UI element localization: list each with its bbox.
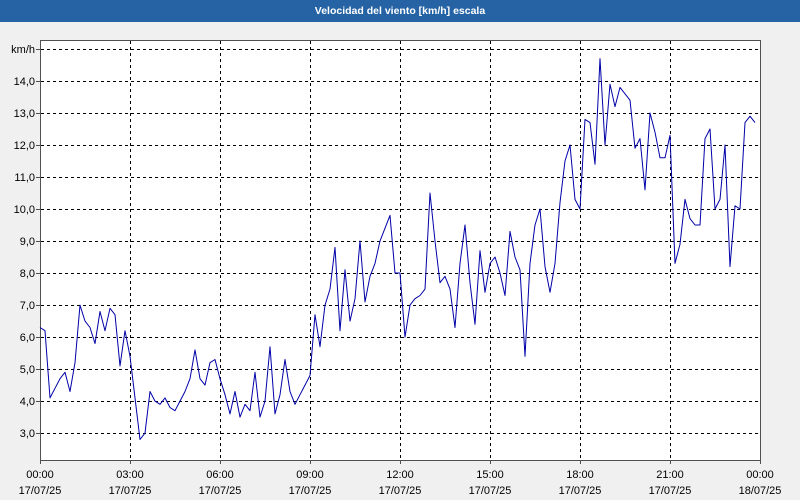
x-tick-date-label: 17/07/25 (19, 485, 62, 497)
y-tick-label: 13,0 (14, 108, 35, 120)
x-tick-date-label: 17/07/25 (469, 485, 512, 497)
x-tick-date-label: 17/07/25 (109, 485, 152, 497)
x-tick-date-label: 17/07/25 (559, 485, 602, 497)
y-tick-label: 10,0 (14, 204, 35, 216)
x-tick-date-label: 17/07/25 (649, 485, 692, 497)
chart-title-bar: Velocidad del viento [km/h] escala (0, 0, 800, 22)
y-tick-label: 9,0 (20, 236, 35, 248)
y-tick-label: 14,0 (14, 76, 35, 88)
x-tick-time-label: 06:00 (206, 469, 234, 481)
y-tick-label: 12,0 (14, 140, 35, 152)
y-tick-label: 3,0 (20, 428, 35, 440)
y-tick-label: 8,0 (20, 268, 35, 280)
x-tick-time-label: 15:00 (476, 469, 504, 481)
x-tick-date-label: 18/07/25 (739, 485, 782, 497)
x-axis-labels: 00:00 17/07/25 03:00 17/07/25 06:00 17/07/25 0… (19, 469, 782, 497)
x-tick-time-label: 00:00 (746, 469, 774, 481)
y-tick-label: 7,0 (20, 300, 35, 312)
x-tick-time-label: 12:00 (386, 469, 414, 481)
y-tick-label: 4,0 (20, 396, 35, 408)
x-tick-date-label: 17/07/25 (199, 485, 242, 497)
x-tick-time-label: 03:00 (116, 469, 144, 481)
x-tick-time-label: 21:00 (656, 469, 684, 481)
x-tick-time-label: 00:00 (26, 469, 54, 481)
y-tick-label: km/h (11, 44, 35, 56)
y-axis-labels: 3,0 4,0 5,0 6,0 7,0 8,0 9,0 10,0 11,0 12,0 13,0 14,… (11, 44, 35, 440)
x-tick-date-label: 17/07/25 (289, 485, 332, 497)
x-tick-time-label: 18:00 (566, 469, 594, 481)
y-tick-label: 11,0 (14, 172, 35, 184)
y-tick-label: 5,0 (20, 364, 35, 376)
y-tick-label: 6,0 (20, 332, 35, 344)
x-tick-date-label: 17/07/25 (379, 485, 422, 497)
chart-title: Velocidad del viento [km/h] escala (314, 5, 486, 17)
wind-speed-chart: 3,0 4,0 5,0 6,0 7,0 8,0 9,0 10,0 11,0 12,0 13,0 14,… (11, 40, 782, 497)
x-tick-time-label: 09:00 (296, 469, 324, 481)
